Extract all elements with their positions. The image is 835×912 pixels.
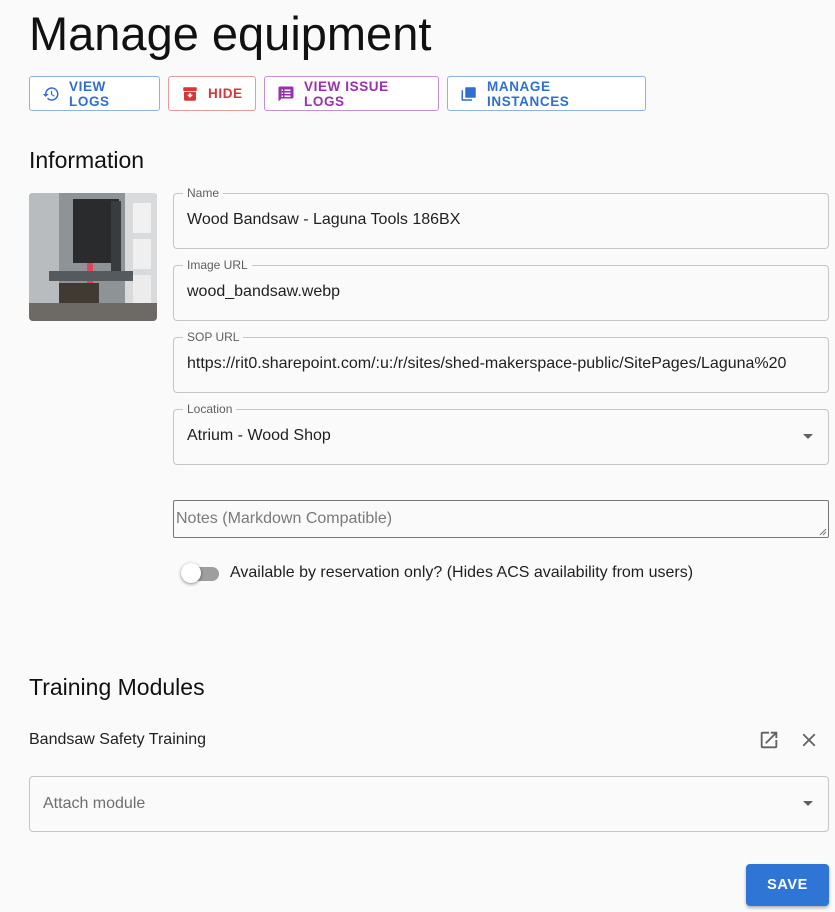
image-url-value: wood_bandsaw.webp	[187, 283, 341, 300]
notes-placeholder: Notes (Markdown Compatible)	[176, 510, 393, 527]
information-heading: Information	[29, 147, 145, 173]
equipment-image	[29, 193, 157, 321]
name-field[interactable]: Name Wood Bandsaw - Laguna Tools 186BX	[173, 186, 829, 249]
location-label: Location	[183, 402, 237, 416]
view-issue-logs-label: VIEW ISSUE LOGS	[304, 78, 389, 109]
reservation-toggle[interactable]	[181, 563, 221, 583]
sop-url-value: https://rit0.sharepoint.com/:u:/r/sites/…	[187, 355, 787, 372]
view-logs-button[interactable]: VIEW LOGS	[29, 76, 160, 111]
name-value: Wood Bandsaw - Laguna Tools 186BX	[187, 211, 461, 228]
dropdown-arrow-icon	[803, 434, 813, 439]
name-label: Name	[183, 186, 224, 200]
archive-icon	[181, 85, 199, 103]
sop-url-field[interactable]: SOP URL https://rit0.sharepoint.com/:u:/…	[173, 330, 829, 393]
training-modules-heading: Training Modules	[29, 674, 205, 700]
image-url-label: Image URL	[183, 258, 252, 272]
image-url-field[interactable]: Image URL wood_bandsaw.webp	[173, 258, 829, 321]
attach-module-select[interactable]: Attach module	[29, 776, 829, 832]
hide-label: HIDE	[208, 86, 243, 101]
reservation-toggle-label: Available by reservation only? (Hides AC…	[230, 564, 694, 581]
toggle-thumb	[181, 563, 201, 583]
library-icon	[460, 85, 478, 103]
close-icon[interactable]	[797, 728, 821, 752]
feedback-icon	[277, 85, 295, 103]
manage-instances-label: MANAGE INSTANCES	[487, 78, 570, 109]
training-module-name: Bandsaw Safety Training	[29, 731, 206, 748]
location-select[interactable]: Location Atrium - Wood Shop	[173, 402, 829, 465]
manage-instances-button[interactable]: MANAGE INSTANCES	[447, 76, 646, 111]
page-title: Manage equipment	[29, 7, 432, 60]
sop-url-label: SOP URL	[183, 330, 244, 344]
history-icon	[42, 85, 60, 103]
attach-module-placeholder: Attach module	[43, 795, 146, 812]
view-issue-logs-button[interactable]: VIEW ISSUE LOGS	[264, 76, 439, 111]
toolbar: VIEW LOGS HIDE VIEW ISSUE LOGS MANAGE IN…	[29, 76, 646, 111]
save-button[interactable]: SAVE	[746, 864, 829, 906]
resize-handle-icon[interactable]	[819, 528, 827, 536]
dropdown-arrow-icon	[803, 801, 813, 806]
location-value: Atrium - Wood Shop	[187, 427, 331, 444]
open-in-new-icon[interactable]	[757, 728, 781, 752]
notes-textarea[interactable]: Notes (Markdown Compatible)	[173, 500, 829, 538]
view-logs-label: VIEW LOGS	[69, 78, 110, 109]
hide-button[interactable]: HIDE	[168, 76, 256, 111]
